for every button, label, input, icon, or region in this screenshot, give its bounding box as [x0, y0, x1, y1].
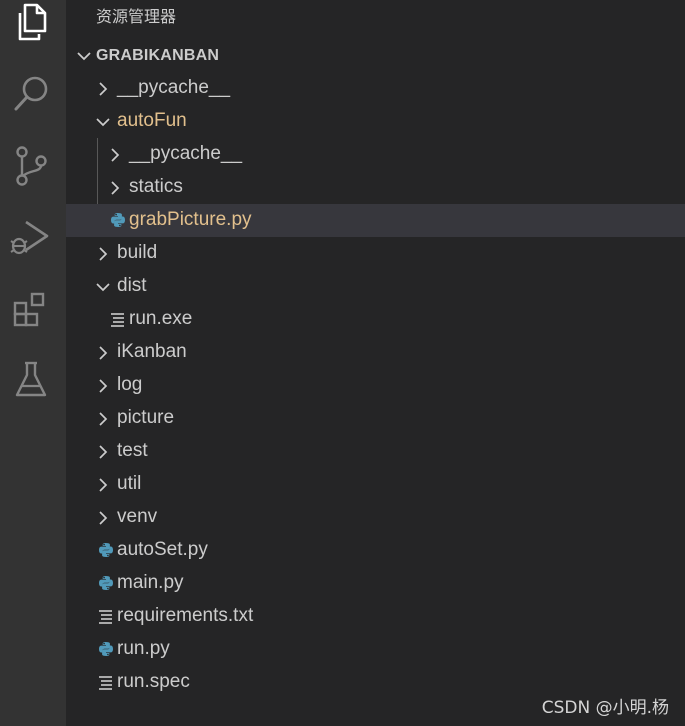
- tree-item-label: build: [117, 242, 158, 263]
- file-item-requirements-txt[interactable]: requirements.txt: [66, 600, 685, 633]
- folder-item-ikanban[interactable]: iKanban: [66, 336, 685, 369]
- file-item-run-py[interactable]: run.py: [66, 633, 685, 666]
- tree-item-label: autoSet.py: [117, 539, 208, 560]
- tree-item-label: log: [117, 374, 143, 395]
- folder-item-util[interactable]: util: [66, 468, 685, 501]
- tree-item-label: __pycache__: [129, 143, 243, 164]
- chevron-right-icon[interactable]: [108, 147, 122, 163]
- chevron-right-icon[interactable]: [96, 444, 110, 460]
- chevron-down-icon: [77, 52, 91, 61]
- chevron-right-icon[interactable]: [96, 345, 110, 361]
- python-file-icon: [99, 642, 113, 656]
- folder-item-build[interactable]: build: [66, 237, 685, 270]
- python-file-icon: [99, 543, 113, 557]
- search-icon[interactable]: [9, 72, 53, 116]
- tree-item-label: run.exe: [129, 308, 193, 329]
- tree-item-label: __pycache__: [117, 77, 231, 98]
- tree-item-label: picture: [117, 407, 175, 428]
- tree-item-label: requirements.txt: [117, 605, 254, 626]
- file-item-grabpicture-py[interactable]: grabPicture.py: [66, 204, 685, 237]
- tree-item-label: run.spec: [117, 671, 190, 692]
- chevron-right-icon[interactable]: [96, 510, 110, 526]
- file-item-autoset-py[interactable]: autoSet.py: [66, 534, 685, 567]
- tree-item-label: grabPicture.py: [129, 209, 252, 230]
- chevron-right-icon[interactable]: [96, 477, 110, 493]
- folder-item-pycache[interactable]: __pycache__: [66, 138, 685, 171]
- python-file-icon: [99, 576, 113, 590]
- explorer-panel: 资源管理器 GRABIKANBAN __pycache__ autoFun __py…: [66, 0, 685, 726]
- watermark: CSDN @小明.杨: [541, 698, 669, 718]
- chevron-right-icon[interactable]: [108, 180, 122, 196]
- workspace-section-header[interactable]: GRABIKANBAN: [66, 42, 685, 70]
- file-item-run-exe[interactable]: run.exe: [66, 303, 685, 336]
- explorer-title: 资源管理器: [96, 7, 177, 26]
- tree-item-label: statics: [129, 176, 183, 197]
- folder-item-picture[interactable]: picture: [66, 402, 685, 435]
- folder-item-venv[interactable]: venv: [66, 501, 685, 534]
- text-file-icon: [111, 313, 124, 327]
- tree-item-label: test: [117, 440, 148, 461]
- chevron-right-icon[interactable]: [96, 411, 110, 427]
- run-debug-icon[interactable]: [9, 216, 53, 260]
- explorer-icon[interactable]: [9, 0, 53, 44]
- testing-icon[interactable]: [9, 358, 53, 402]
- source-control-icon[interactable]: [9, 144, 53, 188]
- chevron-down-icon[interactable]: [96, 279, 110, 295]
- file-item-main-py[interactable]: main.py: [66, 567, 685, 600]
- tree-item-label: main.py: [117, 572, 184, 593]
- tree-item-label: dist: [117, 275, 147, 296]
- tree-item-label: autoFun: [117, 110, 187, 131]
- folder-item-statics[interactable]: statics: [66, 171, 685, 204]
- chevron-right-icon[interactable]: [96, 378, 110, 394]
- tree-item-label: iKanban: [117, 341, 187, 362]
- tree-item-label: venv: [117, 506, 158, 527]
- tree-item-label: util: [117, 473, 142, 494]
- folder-item-dist[interactable]: dist: [66, 270, 685, 303]
- folder-item-pycache[interactable]: __pycache__: [66, 72, 685, 105]
- tree-item-label: run.py: [117, 638, 170, 659]
- python-file-icon: [111, 213, 125, 227]
- workspace-title: GRABIKANBAN: [96, 47, 220, 64]
- activity-bar: [0, 0, 66, 726]
- text-file-icon: [99, 676, 112, 690]
- folder-item-autofun[interactable]: autoFun: [66, 105, 685, 138]
- folder-item-test[interactable]: test: [66, 435, 685, 468]
- folder-item-log[interactable]: log: [66, 369, 685, 402]
- extensions-icon[interactable]: [9, 288, 53, 332]
- text-file-icon: [99, 610, 112, 624]
- chevron-down-icon[interactable]: [96, 114, 110, 130]
- chevron-right-icon[interactable]: [96, 81, 110, 97]
- chevron-right-icon[interactable]: [96, 246, 110, 262]
